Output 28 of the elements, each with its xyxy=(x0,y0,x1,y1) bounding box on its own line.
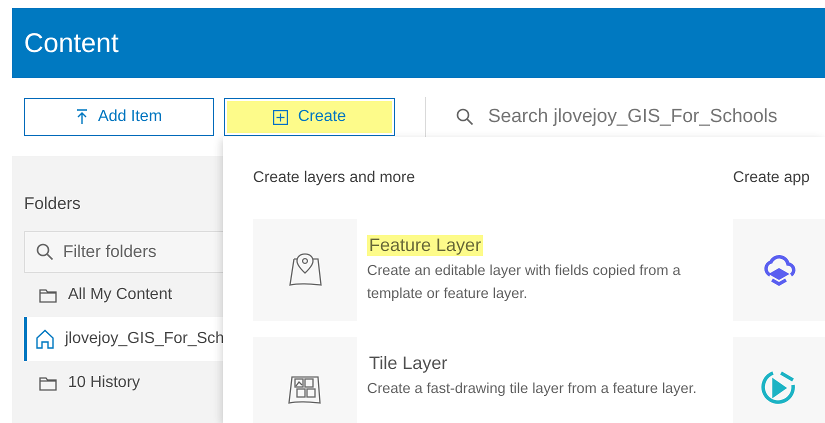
folder-item[interactable]: jlovejoy_GIS_For_Sch xyxy=(24,317,225,361)
icon-tile[interactable] xyxy=(253,337,357,423)
search-icon xyxy=(36,243,54,261)
section-heading: Create layers and more xyxy=(253,169,416,187)
home-icon xyxy=(36,329,54,349)
search-icon xyxy=(456,108,474,126)
page-title: Content xyxy=(24,28,119,58)
section-heading: Create app xyxy=(733,169,811,187)
folder-item[interactable]: All My Content xyxy=(24,273,225,317)
create-button[interactable]: Create xyxy=(224,98,395,136)
add-item-button[interactable]: Add Item xyxy=(24,98,214,136)
upload-icon xyxy=(76,109,88,125)
folders-heading: Folders xyxy=(24,194,82,214)
layer-title[interactable]: Tile Layer xyxy=(367,353,450,374)
folder-item[interactable]: 10 History xyxy=(24,361,225,405)
layer-title[interactable]: Feature Layer xyxy=(367,235,484,256)
search-field[interactable]: Search jlovejoy_GIS_For_Schools xyxy=(486,104,820,128)
map-pin-icon xyxy=(286,251,324,289)
layer-description: Create a fast-drawing tile layer from a feature layer. xyxy=(367,380,697,399)
layer-description: Create an editable layer with fields copied from a template or feature layer. xyxy=(367,262,682,304)
icon-tile[interactable] xyxy=(733,337,825,423)
folder-icon xyxy=(39,288,57,302)
icon-tile[interactable] xyxy=(733,219,825,321)
icon-tile[interactable] xyxy=(253,219,357,321)
folder-icon xyxy=(39,376,57,390)
plus-square-icon xyxy=(272,110,288,124)
filter-field[interactable]: Filter folders xyxy=(24,231,225,273)
play-circle-icon xyxy=(761,370,797,406)
